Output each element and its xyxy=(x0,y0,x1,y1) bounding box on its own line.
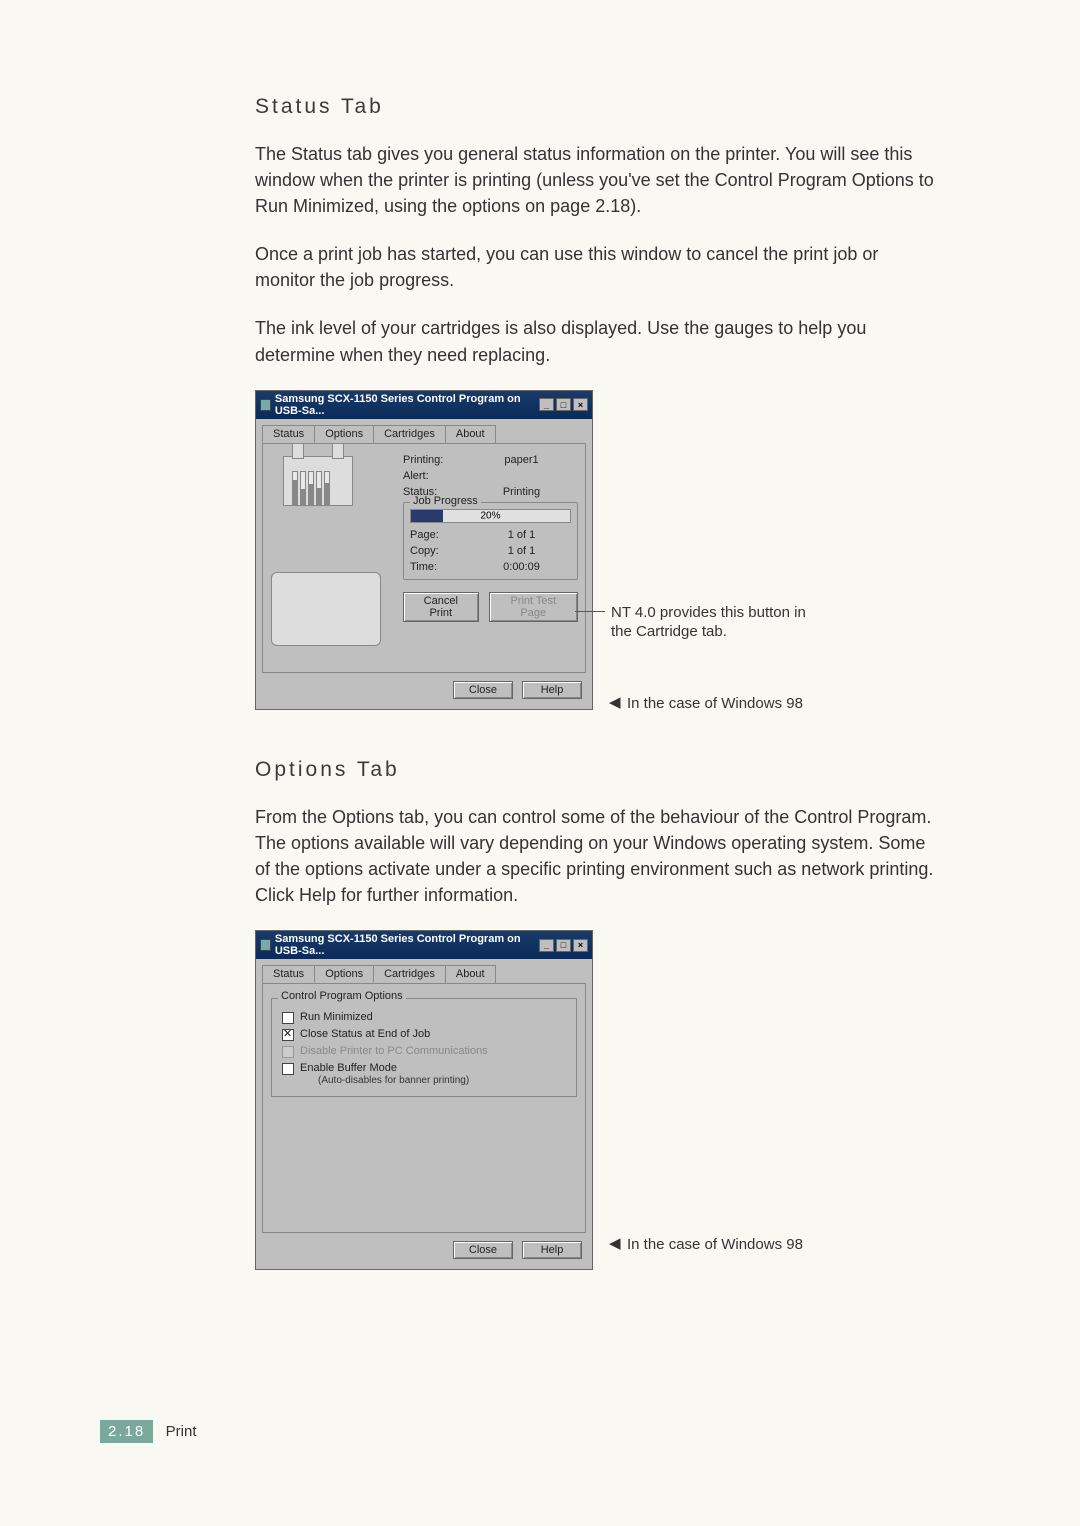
option-close-status[interactable]: Close Status at End of Job xyxy=(282,1028,566,1041)
minimize-button[interactable]: _ xyxy=(539,939,554,952)
copy-value: 1 of 1 xyxy=(472,545,571,557)
status-tab-heading: Status Tab xyxy=(255,95,935,119)
status-dialog: Samsung SCX-1150 Series Control Program … xyxy=(255,390,593,710)
ink-gauge xyxy=(324,471,330,505)
ink-gauge xyxy=(308,471,314,505)
status-value: Printing xyxy=(465,486,578,498)
printing-value: paper1 xyxy=(465,454,578,466)
checkbox-icon[interactable] xyxy=(282,1063,294,1075)
alert-label: Alert: xyxy=(403,470,465,482)
options-group-legend: Control Program Options xyxy=(278,990,406,1002)
pointer-icon: ◀ xyxy=(609,693,621,711)
close-window-button[interactable]: × xyxy=(573,939,588,952)
tab-about[interactable]: About xyxy=(445,425,496,443)
time-value: 0:00:09 xyxy=(472,561,571,573)
tab-cartridges[interactable]: Cartridges xyxy=(373,425,446,443)
options-tab-heading: Options Tab xyxy=(255,758,935,782)
option-disable-comm: Disable Printer to PC Communications xyxy=(282,1045,566,1058)
annotation-win98-1: In the case of Windows 98 xyxy=(627,694,803,714)
callout-line xyxy=(575,611,605,612)
tab-options[interactable]: Options xyxy=(314,425,374,443)
annotation-nt4: NT 4.0 provides this button in the Cartr… xyxy=(611,603,811,642)
status-para-1: The Status tab gives you general status … xyxy=(255,141,935,219)
option-label: Disable Printer to PC Communications xyxy=(300,1045,488,1057)
maximize-button[interactable]: □ xyxy=(556,939,571,952)
tab-about[interactable]: About xyxy=(445,965,496,983)
checkbox-icon xyxy=(282,1046,294,1058)
annotation-win98-2: In the case of Windows 98 xyxy=(627,1235,803,1255)
progress-bar: 20% xyxy=(410,509,571,523)
job-progress-legend: Job Progress xyxy=(410,495,481,507)
cancel-print-button[interactable]: Cancel Print xyxy=(403,592,479,622)
minimize-button[interactable]: _ xyxy=(539,398,554,411)
tab-options[interactable]: Options xyxy=(314,965,374,983)
status-para-2: Once a print job has started, you can us… xyxy=(255,241,935,293)
alert-value xyxy=(465,470,578,482)
option-label: Close Status at End of Job xyxy=(300,1028,430,1040)
checkbox-icon[interactable] xyxy=(282,1029,294,1041)
close-window-button[interactable]: × xyxy=(573,398,588,411)
options-dialog: Samsung SCX-1150 Series Control Program … xyxy=(255,930,593,1270)
ink-gauge xyxy=(300,471,306,505)
option-label: Run Minimized xyxy=(300,1011,373,1023)
tab-cartridges[interactable]: Cartridges xyxy=(373,965,446,983)
printing-label: Printing: xyxy=(403,454,465,466)
dialog1-title: Samsung SCX-1150 Series Control Program … xyxy=(275,393,539,417)
checkbox-icon[interactable] xyxy=(282,1012,294,1024)
page-value: 1 of 1 xyxy=(472,529,571,541)
page-label: Page: xyxy=(410,529,472,541)
dialog2-help-button[interactable]: Help xyxy=(522,1241,582,1259)
dialog2-tabs: Status Options Cartridges About xyxy=(256,959,592,983)
page-footer: 2.18 Print xyxy=(100,1420,197,1443)
dialog2-title: Samsung SCX-1150 Series Control Program … xyxy=(275,933,539,957)
maximize-button[interactable]: □ xyxy=(556,398,571,411)
tab-status[interactable]: Status xyxy=(262,965,315,983)
printer-illustration xyxy=(283,456,383,566)
app-icon xyxy=(260,399,271,411)
dialog2-body: Control Program Options Run Minimized Cl… xyxy=(262,983,586,1233)
job-progress-group: Job Progress 20% Page: 1 of 1 Copy: 1 of… xyxy=(403,502,578,580)
progress-percent: 20% xyxy=(480,510,500,521)
option-label: Enable Buffer Mode xyxy=(300,1062,397,1074)
option-enable-buffer[interactable]: Enable Buffer Mode (Auto-disables for ba… xyxy=(282,1062,566,1086)
dialog1-body: Printing: paper1 Alert: Status: Printing… xyxy=(262,443,586,673)
status-para-3: The ink level of your cartridges is also… xyxy=(255,315,935,367)
ink-gauge xyxy=(292,471,298,505)
app-icon xyxy=(260,939,271,951)
pointer-icon: ◀ xyxy=(609,1234,621,1252)
page-section-name: Print xyxy=(158,1423,197,1440)
copy-label: Copy: xyxy=(410,545,472,557)
tab-status[interactable]: Status xyxy=(262,425,315,443)
dialog1-titlebar: Samsung SCX-1150 Series Control Program … xyxy=(256,391,592,419)
options-para-1: From the Options tab, you can control so… xyxy=(255,804,935,908)
dialog1-close-button[interactable]: Close xyxy=(453,681,513,699)
dialog2-close-button[interactable]: Close xyxy=(453,1241,513,1259)
option-sub-label: (Auto-disables for banner printing) xyxy=(318,1075,469,1086)
time-label: Time: xyxy=(410,561,472,573)
page-number: 2.18 xyxy=(100,1420,153,1443)
control-program-options-group: Control Program Options Run Minimized Cl… xyxy=(271,998,577,1097)
option-run-minimized[interactable]: Run Minimized xyxy=(282,1011,566,1024)
dialog1-tabs: Status Options Cartridges About xyxy=(256,419,592,443)
ink-gauge xyxy=(316,471,322,505)
dialog1-help-button[interactable]: Help xyxy=(522,681,582,699)
print-test-page-button[interactable]: Print Test Page xyxy=(489,592,578,622)
dialog2-titlebar: Samsung SCX-1150 Series Control Program … xyxy=(256,931,592,959)
